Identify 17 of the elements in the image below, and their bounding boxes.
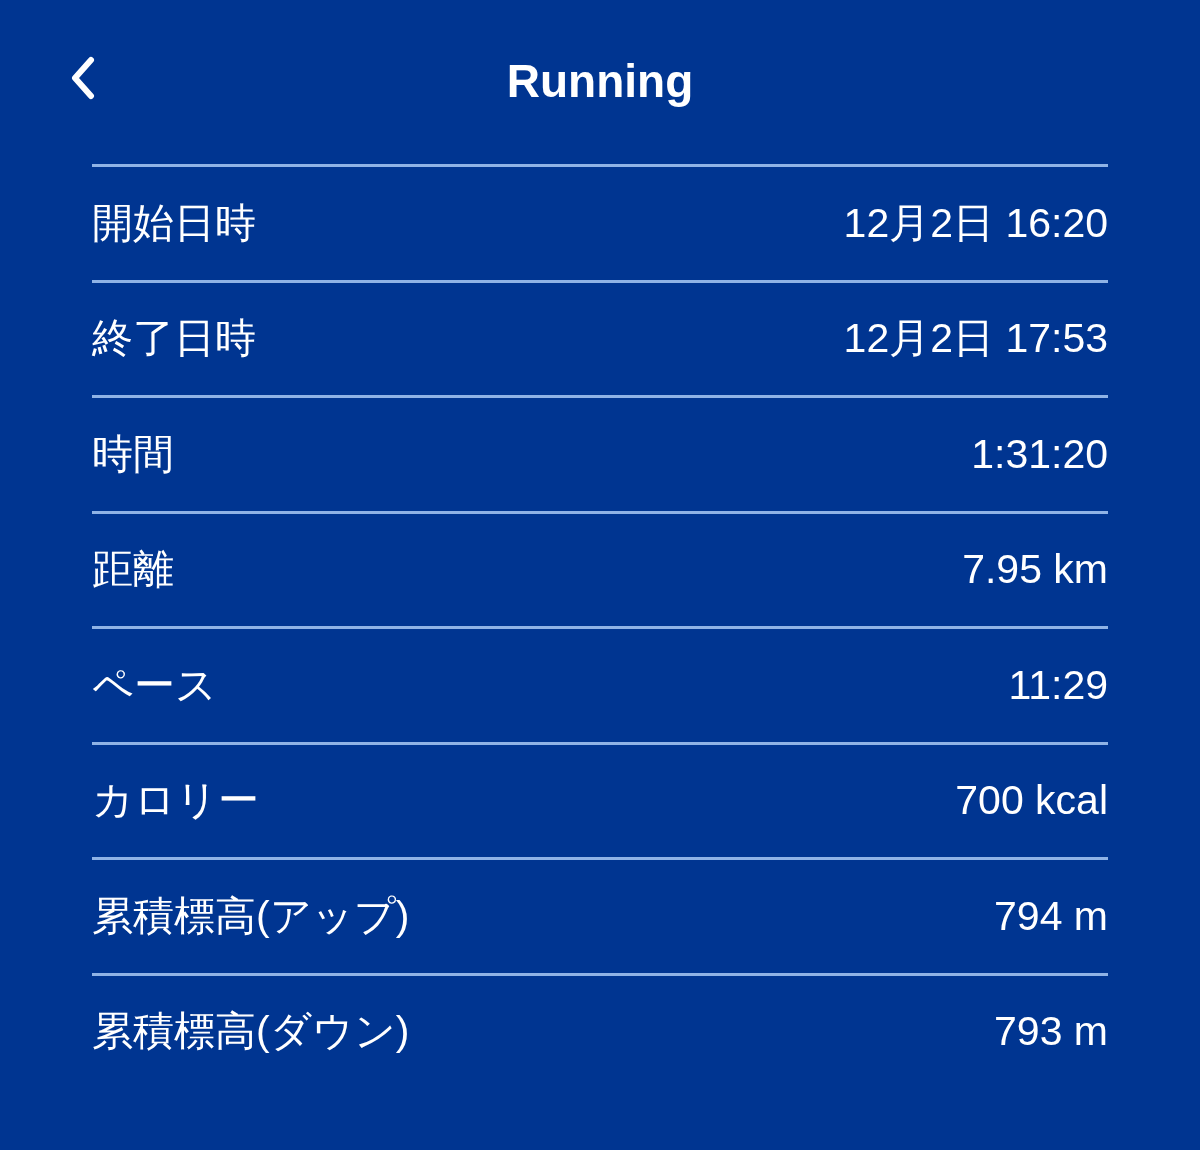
page-title: Running	[506, 53, 694, 109]
stat-label: 時間	[92, 433, 174, 475]
stat-value: 793 m	[994, 1011, 1108, 1053]
stat-value: 700 kcal	[955, 780, 1108, 822]
stat-label: 開始日時	[92, 202, 256, 244]
stat-label: ペース	[92, 664, 217, 706]
stat-label: 終了日時	[92, 318, 256, 360]
stat-label: 累積標高(アップ)	[92, 895, 410, 937]
stat-label: 累積標高(ダウン)	[92, 1011, 410, 1053]
stat-value: 7.95 km	[962, 549, 1108, 591]
stat-label: 距離	[92, 549, 174, 591]
stat-label: カロリー	[92, 780, 259, 822]
stat-value: 11:29	[1008, 664, 1108, 706]
stat-value: 12月2日 17:53	[843, 318, 1108, 360]
stat-value: 794 m	[994, 895, 1108, 937]
stat-value: 12月2日 16:20	[843, 202, 1108, 244]
stat-value: 1:31:20	[971, 433, 1108, 475]
